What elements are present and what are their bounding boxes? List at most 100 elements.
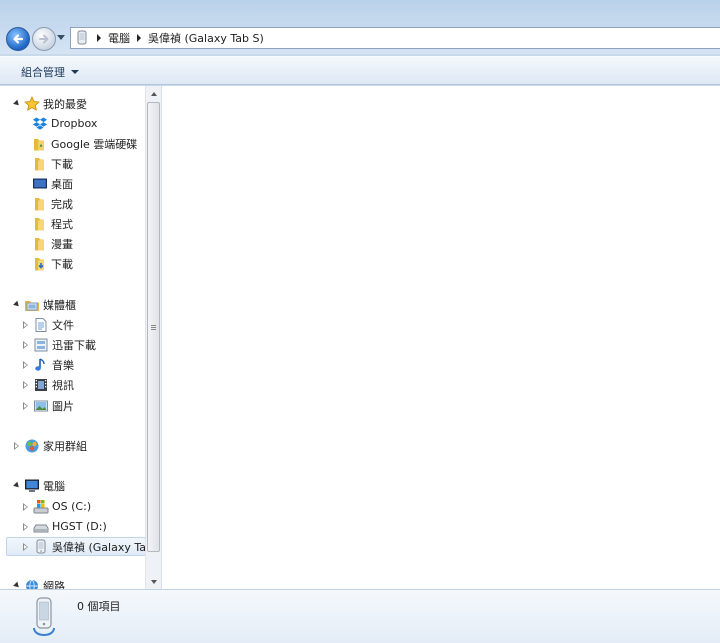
collapse-arrow-icon[interactable] — [12, 300, 22, 310]
nav-item-videos[interactable]: 視訊 — [21, 375, 161, 394]
desktop-icon — [32, 176, 48, 192]
downloads-folder-icon — [32, 256, 48, 272]
nav-item-done[interactable]: 完成 — [30, 194, 161, 213]
tablet-device-icon — [77, 30, 87, 45]
picture-icon — [33, 398, 49, 414]
network-icon — [24, 578, 40, 589]
nav-item-label: OS (C:) — [52, 500, 92, 513]
nav-homegroup-label: 家用群組 — [43, 439, 87, 453]
expand-arrow-icon[interactable] — [21, 522, 31, 532]
nav-item-galaxy-tab[interactable]: 吳偉禎 (Galaxy Tab S) — [6, 537, 161, 556]
expand-arrow-icon[interactable] — [21, 401, 31, 411]
nav-item-label: HGST (D:) — [52, 520, 107, 533]
grip-icon — [151, 324, 156, 330]
arrow-left-icon — [13, 34, 24, 44]
nav-item-programs[interactable]: 程式 — [30, 214, 161, 233]
expand-arrow-icon[interactable] — [21, 542, 31, 552]
expand-arrow-icon[interactable] — [21, 380, 31, 390]
nav-favorites-label: 我的最愛 — [43, 97, 87, 111]
breadcrumb-computer[interactable]: 電腦 — [108, 30, 130, 46]
nav-libraries[interactable]: 媒體櫃 — [12, 295, 158, 314]
nav-item-label: 視訊 — [52, 378, 74, 392]
tablet-device-icon — [33, 539, 49, 555]
nav-item-label: 音樂 — [52, 358, 74, 372]
file-list-pane[interactable] — [162, 86, 720, 589]
nav-item-label: 漫畫 — [51, 237, 73, 251]
nav-item-downloads[interactable]: 下載 — [30, 154, 161, 173]
expand-arrow-icon[interactable] — [21, 340, 31, 350]
nav-item-label: 迅雷下載 — [52, 338, 96, 352]
nav-item-pictures[interactable]: 圖片 — [21, 396, 161, 415]
scroll-down-button[interactable] — [146, 574, 161, 589]
scroll-up-button[interactable] — [146, 86, 161, 101]
collapse-arrow-icon[interactable] — [12, 481, 22, 491]
tablet-device-icon — [33, 597, 55, 637]
recent-pages-dropdown[interactable] — [57, 35, 65, 40]
organize-label: 組合管理 — [21, 66, 65, 79]
music-note-icon — [33, 357, 49, 373]
expand-arrow-icon[interactable] — [12, 441, 22, 451]
nav-item-comics[interactable]: 漫畫 — [30, 234, 161, 253]
collapse-arrow-icon[interactable] — [12, 581, 22, 589]
nav-item-dropbox[interactable]: Dropbox — [30, 114, 161, 133]
nav-network[interactable]: 網路 — [12, 576, 158, 589]
address-row: 電腦 吳偉禎 (Galaxy Tab S) — [0, 24, 720, 54]
nav-item-desktop[interactable]: 桌面 — [30, 174, 161, 193]
nav-item-label: 下載 — [51, 157, 73, 171]
collapse-arrow-icon[interactable] — [12, 99, 22, 109]
arrow-down-icon — [151, 579, 157, 584]
nav-item-thunder-downloads[interactable]: 迅雷下載 — [21, 335, 161, 354]
chevron-down-icon — [71, 70, 79, 74]
documents-icon — [33, 317, 49, 333]
nav-item-drive-c[interactable]: OS (C:) — [21, 497, 161, 516]
folder-icon — [32, 196, 48, 212]
nav-item-label: 完成 — [51, 197, 73, 211]
library-folder-icon — [33, 337, 49, 353]
nav-homegroup[interactable]: 家用群組 — [12, 436, 158, 455]
title-bar — [0, 0, 720, 24]
folder-icon — [32, 216, 48, 232]
back-button[interactable] — [6, 27, 30, 51]
breadcrumb-separator[interactable] — [97, 34, 101, 42]
nav-item-label: 桌面 — [51, 177, 73, 191]
expand-arrow-icon[interactable] — [21, 360, 31, 370]
nav-item-documents[interactable]: 文件 — [21, 315, 161, 334]
folder-icon — [32, 236, 48, 252]
expand-arrow-icon[interactable] — [21, 320, 31, 330]
dropbox-icon — [32, 116, 48, 132]
nav-favorites[interactable]: 我的最愛 — [12, 94, 158, 113]
expand-arrow-icon[interactable] — [21, 502, 31, 512]
arrow-up-icon — [151, 91, 157, 96]
libraries-icon — [24, 297, 40, 313]
nav-item-label: Dropbox — [51, 117, 98, 130]
nav-computer-label: 電腦 — [43, 479, 65, 493]
nav-network-label: 網路 — [43, 579, 65, 590]
item-count: 0 個項目 — [77, 600, 121, 613]
navigation-pane[interactable]: 我的最愛 Dropbox Google 雲端硬碟 下載 桌面 完成 程式 漫畫 … — [0, 86, 162, 589]
details-pane: 0 個項目 — [0, 589, 720, 643]
nav-item-label: 圖片 — [52, 399, 74, 413]
computer-icon — [24, 478, 40, 494]
nav-scrollbar[interactable] — [145, 86, 161, 589]
nav-computer[interactable]: 電腦 — [12, 476, 158, 495]
nav-item-label: 程式 — [51, 217, 73, 231]
nav-item-music[interactable]: 音樂 — [21, 355, 161, 374]
nav-libraries-label: 媒體櫃 — [43, 298, 76, 312]
folder-icon — [32, 156, 48, 172]
nav-item-downloads-2[interactable]: 下載 — [30, 254, 161, 273]
forward-button[interactable] — [32, 27, 56, 51]
hard-drive-icon — [33, 519, 49, 535]
scroll-thumb[interactable] — [147, 102, 160, 552]
nav-item-label: Google 雲端硬碟 — [51, 137, 138, 151]
breadcrumb-separator[interactable] — [137, 34, 141, 42]
address-bar[interactable]: 電腦 吳偉禎 (Galaxy Tab S) — [70, 27, 720, 49]
organize-button[interactable]: 組合管理 — [21, 64, 79, 80]
google-drive-folder-icon — [32, 136, 48, 152]
homegroup-icon — [24, 438, 40, 454]
film-icon — [33, 377, 49, 393]
nav-item-drive-d[interactable]: HGST (D:) — [21, 517, 161, 536]
command-bar: 組合管理 — [0, 56, 720, 85]
nav-item-label: 下載 — [51, 257, 73, 271]
breadcrumb-device[interactable]: 吳偉禎 (Galaxy Tab S) — [148, 30, 264, 46]
nav-item-google-drive[interactable]: Google 雲端硬碟 — [30, 134, 161, 153]
